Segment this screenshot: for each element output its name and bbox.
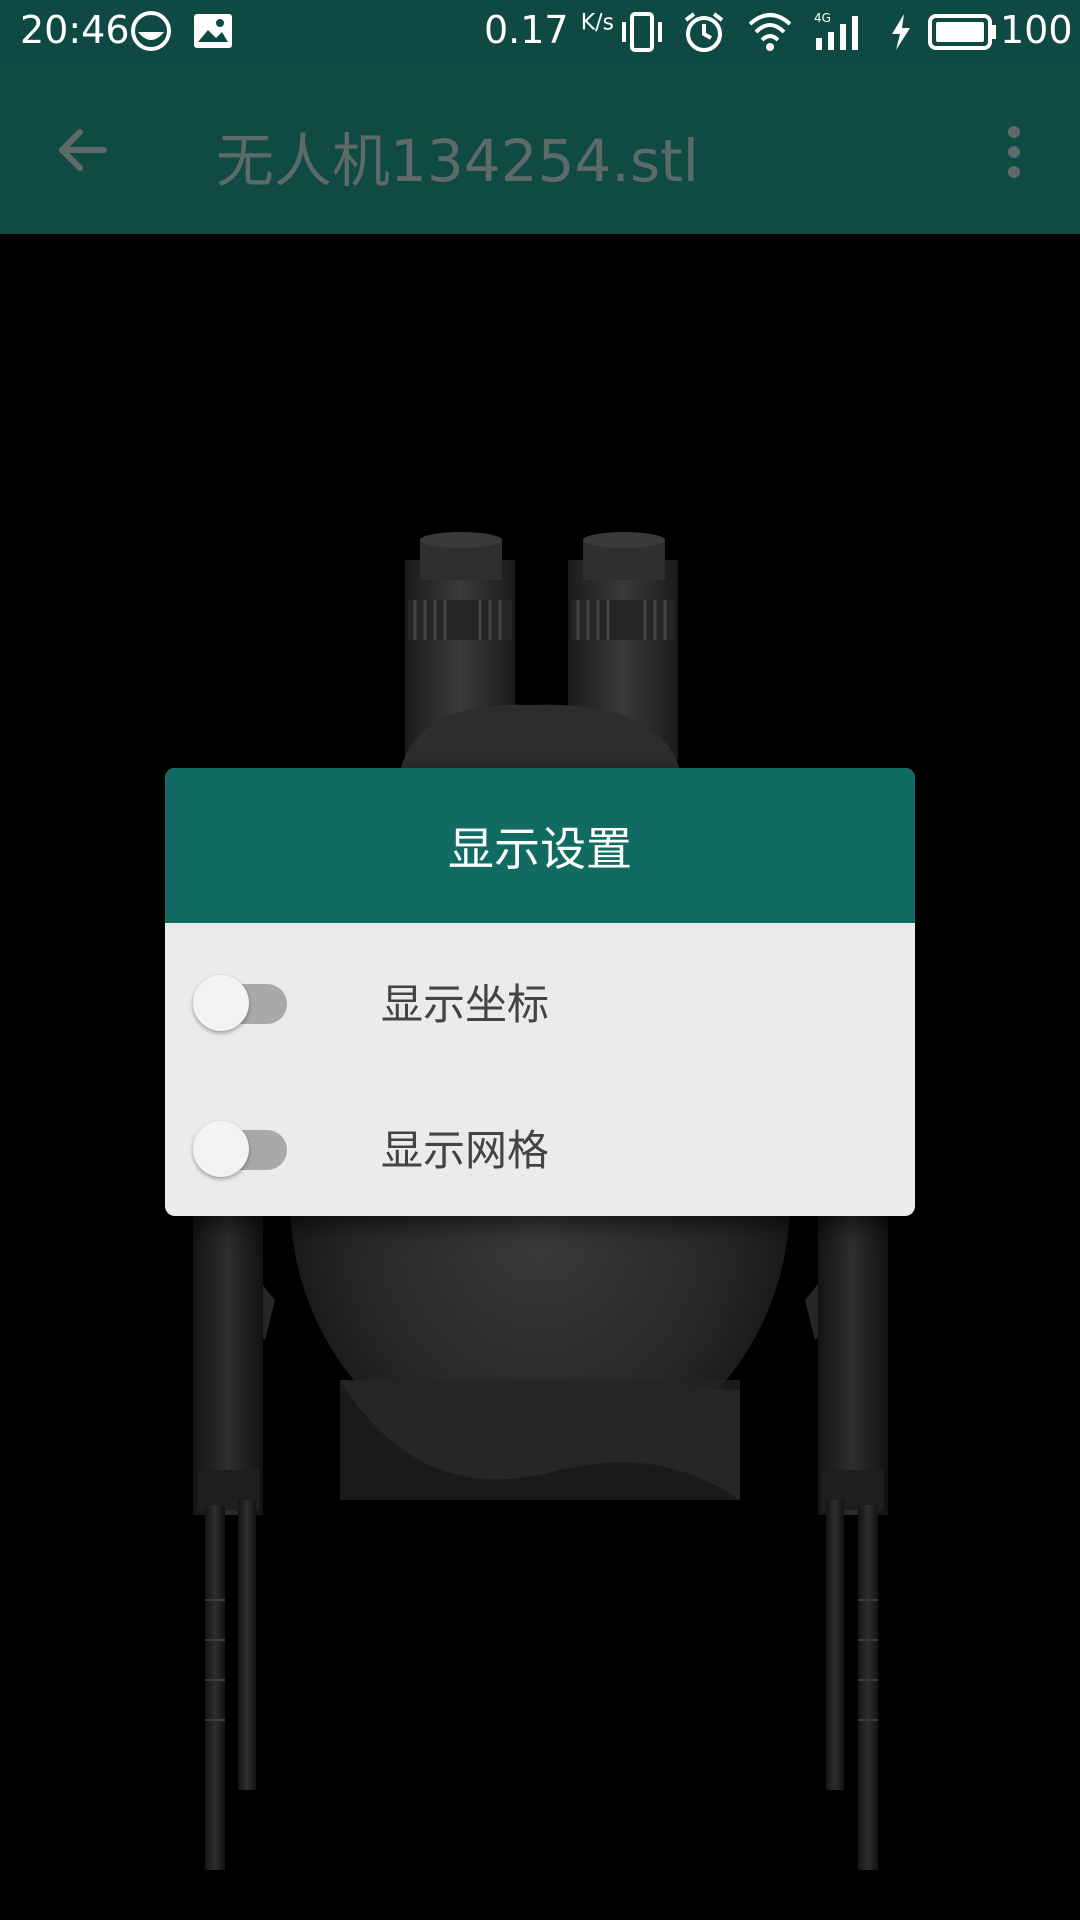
option-show-grid[interactable]: 显示网格 <box>165 1069 915 1215</box>
image-icon <box>192 10 234 61</box>
app-screen: 20:46 0.17 K/s 4G 100 无人机134254.stl 显示设置… <box>0 0 1080 1920</box>
arrow-back-icon[interactable] <box>52 120 112 184</box>
toggle-thumb <box>193 1121 249 1177</box>
vibrate-icon <box>620 10 664 63</box>
wifi-icon <box>746 10 794 63</box>
battery-level: 100 <box>1000 8 1073 52</box>
show-axes-toggle[interactable] <box>193 971 293 1031</box>
net-speed-unit: K/s <box>580 10 615 36</box>
net-speed: 0.17 K/s <box>484 8 614 52</box>
svg-text:4G: 4G <box>814 11 831 25</box>
face-icon <box>130 10 172 61</box>
dialog-header: 显示设置 <box>165 768 915 923</box>
battery-icon <box>928 10 998 63</box>
dialog-title: 显示设置 <box>448 821 632 876</box>
status-time: 20:46 <box>20 8 130 52</box>
alarm-icon <box>682 10 726 63</box>
signal-4g-icon: 4G <box>812 10 870 63</box>
show-grid-toggle[interactable] <box>193 1117 293 1177</box>
display-settings-dialog: 显示设置 显示坐标 显示网格 <box>165 768 915 1216</box>
show-axes-label: 显示坐标 <box>381 980 550 1029</box>
toggle-thumb <box>193 975 249 1031</box>
net-speed-value: 0.17 <box>484 8 569 52</box>
show-grid-label: 显示网格 <box>381 1126 550 1175</box>
charging-icon <box>888 10 914 63</box>
more-vert-icon[interactable] <box>1002 124 1026 184</box>
page-title: 无人机134254.stl <box>216 127 699 195</box>
option-show-axes[interactable]: 显示坐标 <box>165 923 915 1069</box>
status-bar: 20:46 0.17 K/s 4G 100 <box>0 0 1080 64</box>
app-bar: 无人机134254.stl <box>0 64 1080 234</box>
